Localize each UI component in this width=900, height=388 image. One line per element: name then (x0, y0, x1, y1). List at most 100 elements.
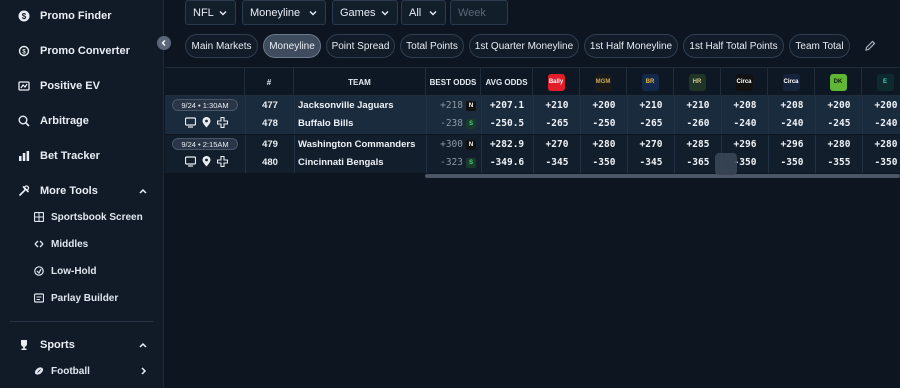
sidebar-item-promo-finder[interactable]: $ Promo Finder (18, 6, 112, 26)
odds-cell-circa[interactable]: +296 (721, 139, 769, 150)
tab-team-total[interactable]: Team Total (789, 34, 850, 58)
tv-icon[interactable] (185, 156, 196, 167)
tab-1st-half-total-points[interactable]: 1st Half Total Points (683, 34, 784, 58)
odds-cell-hardrock[interactable]: +210 (674, 100, 722, 111)
plus-icon[interactable] (217, 117, 228, 128)
header-best-odds[interactable]: BEST ODDS (426, 68, 481, 96)
location-pin-icon[interactable] (201, 117, 212, 128)
odds-cell-hardrock[interactable]: +285 (674, 139, 722, 150)
game-time-badge: 9/24 • 1:30AM (172, 99, 238, 111)
best-odds-value[interactable]: -323 (427, 157, 463, 168)
chevron-up-icon[interactable] (138, 340, 148, 350)
chevron-right-icon[interactable] (138, 366, 148, 376)
sidebar-item-promo-converter[interactable]: $ Promo Converter (18, 41, 130, 61)
team-name: Cincinnati Bengals (298, 157, 384, 168)
odds-cell-betmgm[interactable]: -350 (580, 157, 628, 168)
plus-icon[interactable] (217, 156, 228, 167)
tools-icon (18, 185, 30, 197)
best-odds-value[interactable]: +218 (427, 100, 463, 111)
odds-cell-circa-sports[interactable]: -240 (768, 118, 816, 129)
odds-cell-ballybet[interactable]: +270 (533, 139, 581, 150)
tab-1st-quarter-moneyline[interactable]: 1st Quarter Moneyline (469, 34, 579, 58)
sidebar-item-more-tools[interactable]: More Tools (18, 181, 98, 201)
table-horizontal-scrollbar[interactable] (425, 174, 900, 178)
odds-cell-hardrock[interactable]: -260 (674, 118, 722, 129)
header-avg-odds[interactable]: AVG ODDS (481, 68, 533, 96)
sidebar-item-football[interactable]: Football (34, 361, 90, 381)
best-odds-value[interactable]: +300 (427, 139, 463, 150)
tab-point-spread[interactable]: Point Spread (326, 34, 395, 58)
odds-cell-ballybet[interactable]: -345 (533, 157, 581, 168)
tab-main-markets[interactable]: Main Markets (185, 34, 258, 58)
edit-pencil-icon[interactable] (864, 40, 876, 52)
odds-cell-espnbet[interactable]: +280 (862, 139, 900, 150)
odds-cell-ballybet[interactable]: -265 (533, 118, 581, 129)
tab-total-points[interactable]: Total Points (400, 34, 464, 58)
odds-cell-espnbet[interactable]: -350 (862, 157, 900, 168)
best-odds-value[interactable]: -238 (427, 118, 463, 129)
header-book-betrivers[interactable]: BR (627, 68, 674, 96)
odds-cell-betrivers[interactable]: -265 (627, 118, 675, 129)
header-team[interactable]: TEAM (294, 68, 426, 96)
header-number[interactable]: # (245, 68, 294, 96)
odds-cell-betmgm[interactable]: +280 (580, 139, 628, 150)
odds-cell-betrivers[interactable]: +210 (627, 100, 675, 111)
avg-odds-value: +207.1 (489, 100, 525, 111)
odds-cell-espnbet[interactable]: -240 (862, 118, 900, 129)
type-select-value: Games (340, 6, 376, 19)
chevron-up-icon[interactable] (138, 186, 148, 196)
header-book-hardrock[interactable]: HR (674, 68, 721, 96)
scope-select[interactable]: All (401, 0, 446, 25)
sidebar-collapse-button[interactable] (157, 36, 171, 50)
tab-1st-half-moneyline[interactable]: 1st Half Moneyline (584, 34, 678, 58)
header-book-circa[interactable]: Circa (721, 68, 768, 96)
odds-cell-betmgm[interactable]: +200 (580, 100, 628, 111)
odds-cell-draftkings[interactable]: -355 (815, 157, 863, 168)
week-select[interactable]: Week (450, 0, 508, 25)
header-book-espnbet[interactable]: E (862, 68, 900, 96)
betmgm-logo-icon: MGM (594, 73, 612, 91)
tv-icon[interactable] (185, 117, 196, 128)
odds-cell-espnbet[interactable]: +200 (862, 100, 900, 111)
sidebar-item-positive-ev[interactable]: Positive EV (18, 76, 100, 96)
odds-cell-draftkings[interactable]: +280 (815, 139, 863, 150)
game-time-badge: 9/24 • 2:15AM (172, 138, 238, 150)
odds-cell-circa[interactable]: +208 (721, 100, 769, 111)
market-select[interactable]: Moneyline (242, 0, 326, 25)
header-book-circa-sports[interactable]: Circa (768, 68, 815, 96)
sidebar-item-arbitrage[interactable]: Arbitrage (18, 111, 89, 131)
odds-cell-ballybet[interactable]: +210 (533, 100, 581, 111)
odds-cell-draftkings[interactable]: -245 (815, 118, 863, 129)
sidebar-item-low-hold[interactable]: Low-Hold (34, 261, 97, 281)
sidebar-item-sports[interactable]: Sports (18, 335, 75, 355)
best-book-icon: N (466, 140, 476, 150)
odds-cell-circa[interactable]: -240 (721, 118, 769, 129)
espnbet-logo-icon: E (876, 73, 894, 91)
type-select[interactable]: Games (332, 0, 398, 25)
header-book-draftkings[interactable]: DK (815, 68, 862, 96)
sidebar-item-label: Sports (40, 339, 75, 351)
odds-cell-betrivers[interactable]: -345 (627, 157, 675, 168)
header-book-betmgm[interactable]: MGM (580, 68, 627, 96)
odds-cell-circa-sports[interactable]: +208 (768, 100, 816, 111)
sidebar-item-sportsbook-screen[interactable]: Sportsbook Screen (34, 207, 143, 227)
odds-cell-circa-sports[interactable]: -350 (768, 157, 816, 168)
odds-cell-betrivers[interactable]: +270 (627, 139, 675, 150)
header-book-ballybet[interactable]: Bally (533, 68, 580, 96)
sidebar-item-middles[interactable]: Middles (34, 234, 88, 254)
league-select[interactable]: NFL (185, 0, 236, 25)
rotation-number: 480 (262, 157, 278, 168)
hardrock-logo-icon: HR (688, 73, 706, 91)
odds-cell-draftkings[interactable]: +200 (815, 100, 863, 111)
odds-cell-circa-sports[interactable]: +296 (768, 139, 816, 150)
scope-select-value: All (409, 6, 422, 19)
chevron-down-icon (381, 11, 389, 16)
tab-label: Moneyline (269, 40, 315, 52)
tab-moneyline[interactable]: Moneyline (263, 34, 321, 58)
location-pin-icon[interactable] (201, 156, 212, 167)
sidebar-item-parlay-builder[interactable]: Parlay Builder (34, 288, 118, 308)
scroll-handle[interactable] (715, 153, 737, 175)
sidebar-item-label: Arbitrage (40, 115, 89, 127)
odds-cell-betmgm[interactable]: -250 (580, 118, 628, 129)
sidebar-item-bet-tracker[interactable]: Bet Tracker (18, 146, 100, 166)
